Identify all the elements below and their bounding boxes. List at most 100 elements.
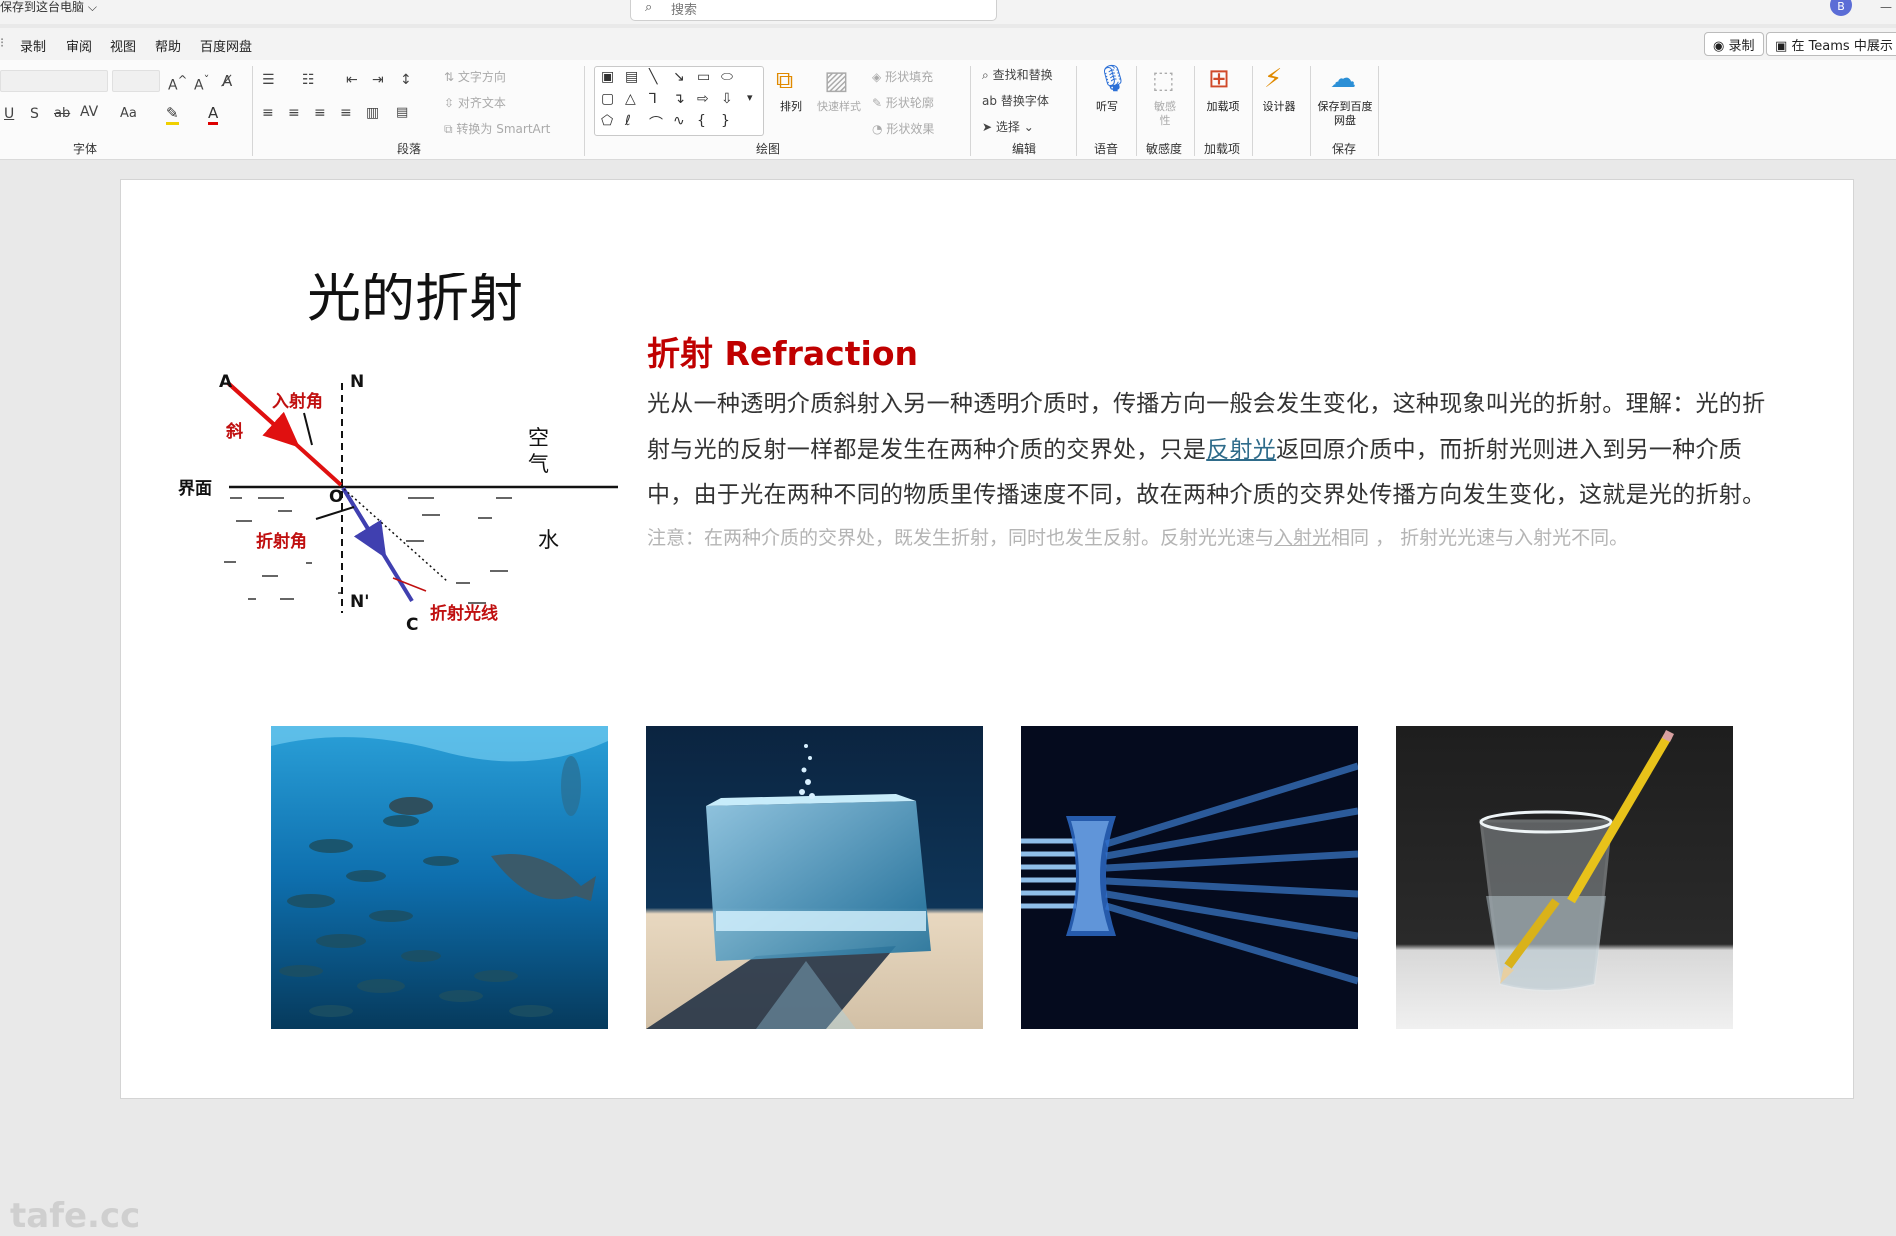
avatar[interactable]: B <box>1830 0 1852 16</box>
curve-shape-icon[interactable]: ∿ <box>673 113 685 129</box>
vertical-textbox-shape-icon[interactable]: ▤ <box>625 69 638 85</box>
numbering-icon[interactable]: ☷ <box>302 72 315 88</box>
freeform-shape-icon[interactable]: ⬠ <box>601 113 613 129</box>
align-left-icon[interactable]: ≡ <box>262 105 274 121</box>
select-button[interactable]: ➤ 选择 ⌄ <box>982 118 1034 135</box>
underline-icon[interactable]: U <box>4 106 14 122</box>
group-label-editing: 编辑 <box>1012 142 1037 156</box>
font-color-icon[interactable]: A <box>208 104 219 125</box>
font-size-combo[interactable] <box>112 70 160 92</box>
down-arrow-shape-icon[interactable]: ⇩ <box>721 91 733 107</box>
font-name-combo[interactable] <box>0 70 108 92</box>
quick-styles-button-label[interactable]: 快速样式 <box>812 100 866 114</box>
shadow-icon[interactable]: S <box>30 106 39 122</box>
text-direction-button[interactable]: ⇅ 文字方向 <box>444 68 506 85</box>
char-spacing-icon[interactable]: AV <box>80 104 98 120</box>
shape-effects-button[interactable]: ◔ 形状效果 <box>872 120 934 137</box>
arrange-button-label[interactable]: 排列 <box>776 100 806 114</box>
align-text-button[interactable]: ⇳ 对齐文本 <box>444 94 506 111</box>
oval-shape-icon[interactable]: ⬭ <box>721 69 733 85</box>
left-brace-shape-icon[interactable]: { <box>697 113 706 129</box>
ribbon-separator <box>1310 66 1311 156</box>
photo-pencil-in-water[interactable] <box>1396 726 1733 1029</box>
clear-format-icon[interactable]: A̸ <box>222 72 232 90</box>
designer-button-label[interactable]: 设计器 <box>1262 100 1296 114</box>
shrink-font-icon[interactable]: Aˇ <box>194 73 209 94</box>
rounded-rect-shape-icon[interactable]: ▢ <box>601 91 614 107</box>
save-location-label: 保存到这台电脑 <box>0 0 85 14</box>
baidu-netdisk-icon[interactable]: ☁ <box>1330 64 1356 94</box>
minimize-button[interactable]: — <box>1880 0 1892 14</box>
present-in-teams-button[interactable]: ▣ 在 Teams 中展示 <box>1766 32 1896 56</box>
textbox-shape-icon[interactable]: ▣ <box>601 69 614 85</box>
sensitivity-button-label[interactable]: 敏感性 <box>1150 100 1180 128</box>
search-box[interactable]: ⌕ 搜索 <box>630 0 997 21</box>
dictate-button-label[interactable]: 听写 <box>1090 100 1124 114</box>
designer-icon[interactable]: ⚡ <box>1264 64 1282 94</box>
chevron-down-icon: ⌵ <box>87 0 97 14</box>
grow-font-icon[interactable]: A^ <box>168 73 187 94</box>
rectangle-shape-icon[interactable]: ▭ <box>697 69 710 85</box>
line-spacing-icon[interactable]: ↕ <box>400 72 412 88</box>
label-O: O <box>329 487 343 507</box>
sensitivity-icon[interactable]: ⬚ <box>1152 66 1175 94</box>
quick-styles-icon[interactable]: ▨ <box>824 66 849 96</box>
replace-font-button[interactable]: ab 替换字体 <box>982 92 1049 109</box>
reflected-light-link[interactable]: 反射光 <box>1206 437 1276 463</box>
align-center-icon[interactable]: ≡ <box>288 105 300 121</box>
title-bar: 保存到这台电脑 ⌵ ⌕ 搜索 B — <box>0 0 1896 24</box>
photo-underwater-fish[interactable] <box>271 726 608 1029</box>
arrow-line-shape-icon[interactable]: ↘ <box>673 69 685 85</box>
tab-baidu-netdisk[interactable]: 百度网盘 <box>200 36 252 55</box>
elbow-connector-shape-icon[interactable]: ⅂ <box>649 91 657 107</box>
elbow-arrow-shape-icon[interactable]: ↴ <box>673 91 685 107</box>
right-brace-shape-icon[interactable]: } <box>721 113 730 129</box>
scribble-shape-icon[interactable]: ℓ <box>625 113 631 129</box>
label-water: 水 <box>538 528 559 552</box>
bullets-icon[interactable]: ☰ <box>262 72 275 88</box>
photo-glass-cube[interactable] <box>646 726 983 1029</box>
gallery-more-icon[interactable]: ▾ <box>747 91 753 104</box>
shape-fill-button[interactable]: ◈ 形状填充 <box>872 68 933 85</box>
right-arrow-shape-icon[interactable]: ⇨ <box>697 91 709 107</box>
increase-indent-icon[interactable]: ⇥ <box>372 72 384 88</box>
photo-light-through-lens[interactable] <box>1021 726 1358 1029</box>
record-button[interactable]: ◉ 录制 <box>1704 32 1764 56</box>
tab-view[interactable]: 视图 <box>110 36 136 55</box>
strikethrough-icon[interactable]: ab <box>54 106 70 121</box>
line-shape-icon[interactable]: ╲ <box>649 69 657 85</box>
addins-button-label[interactable]: 加载项 <box>1206 100 1240 114</box>
arrange-icon[interactable]: ⧉ <box>776 66 793 94</box>
save-to-baidu-button-label[interactable]: 保存到百度网盘 <box>1316 100 1374 128</box>
tab-help[interactable]: 帮助 <box>155 36 181 55</box>
find-replace-button[interactable]: ⌕ 查找和替换 <box>982 66 1053 83</box>
label-refraction-angle: 折射角 <box>256 531 307 552</box>
paint-bucket-icon: ◈ <box>872 70 882 84</box>
tab-edge-marker: ⁝ <box>0 36 5 51</box>
decrease-indent-icon[interactable]: ⇤ <box>346 72 358 88</box>
text-block[interactable]: 折射 Refraction 光从一种透明介质斜射入另一种透明介质时，传播方向一般… <box>647 332 1777 555</box>
convert-smartart-button[interactable]: ⧉ 转换为 SmartArt <box>444 120 550 137</box>
group-label-font: 字体 <box>73 142 98 156</box>
arc-shape-icon[interactable]: ⌒ <box>649 113 663 133</box>
save-location-dropdown[interactable]: 保存到这台电脑 ⌵ <box>0 0 97 14</box>
align-right-icon[interactable]: ≡ <box>314 105 326 121</box>
addins-icon[interactable]: ⊞ <box>1208 64 1230 94</box>
effects-icon: ◔ <box>872 122 883 136</box>
tab-review[interactable]: 审阅 <box>66 36 92 55</box>
search-placeholder: 搜索 <box>671 3 698 18</box>
microphone-icon[interactable]: 🎙 <box>1096 64 1129 94</box>
triangle-shape-icon[interactable]: △ <box>625 91 636 107</box>
label-air: 空 气 <box>528 426 556 476</box>
slide[interactable]: 光的折射 A N 入射角 斜 空 气 界面 O 折射角 水 N' C 折射光线 … <box>120 179 1854 1099</box>
shape-gallery[interactable]: ▣ ▤ ╲ ↘ ▭ ⬭ ▢ △ ⅂ ↴ ⇨ ⇩ ⬠ ℓ ⌒ ∿ { } ▾ <box>594 66 764 136</box>
justify-icon[interactable]: ≡ <box>340 105 352 121</box>
shape-outline-button[interactable]: ✎ 形状轮廓 <box>872 94 934 111</box>
highlight-icon[interactable]: ✎ <box>166 104 179 125</box>
change-case-icon[interactable]: Aa <box>120 106 137 121</box>
columns-icon[interactable]: ▤ <box>396 105 408 120</box>
ribbon-separator <box>252 66 253 156</box>
distribute-icon[interactable]: ▥ <box>366 105 379 121</box>
tab-record[interactable]: 录制 <box>20 36 46 55</box>
ribbon-separator <box>1194 66 1195 156</box>
